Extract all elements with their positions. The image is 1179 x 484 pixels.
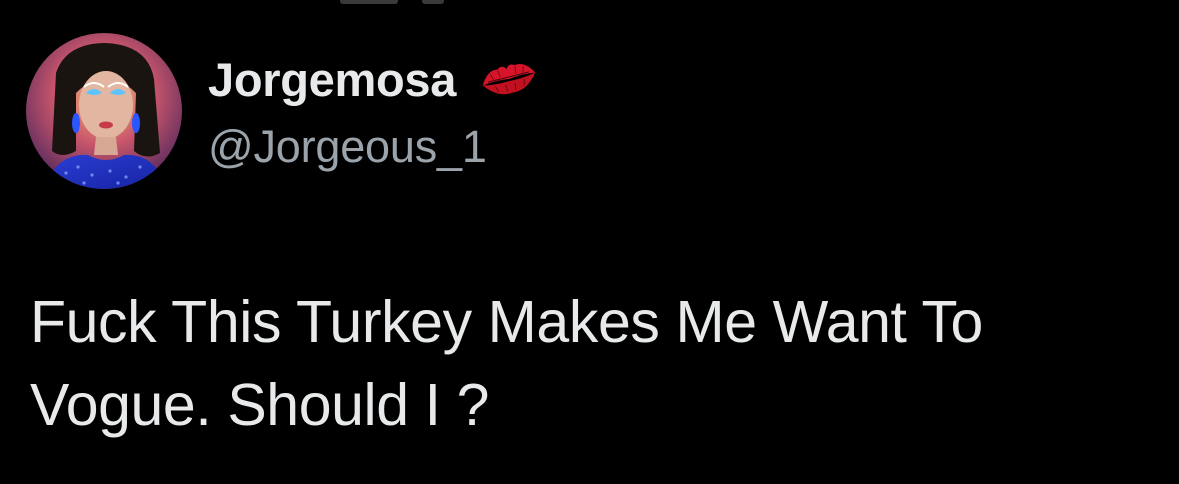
clipped-content-above [340,0,460,6]
tweet-header: Jorgemosa @Jorgeous_1 [26,32,540,190]
name-row: Jorgemosa [208,49,540,109]
user-meta: Jorgemosa @Jorgeous_1 [208,49,540,173]
avatar[interactable] [26,33,182,189]
clipped-shape [422,0,444,4]
tweet-text: Fuck This Turkey Makes Me Want To Vogue.… [30,289,983,438]
user-handle[interactable]: @Jorgeous_1 [208,121,540,173]
clipped-shape [340,0,398,4]
display-name[interactable]: Jorgemosa [208,52,456,107]
avatar-image-icon [26,33,182,189]
kiss-mark-icon [478,57,540,101]
